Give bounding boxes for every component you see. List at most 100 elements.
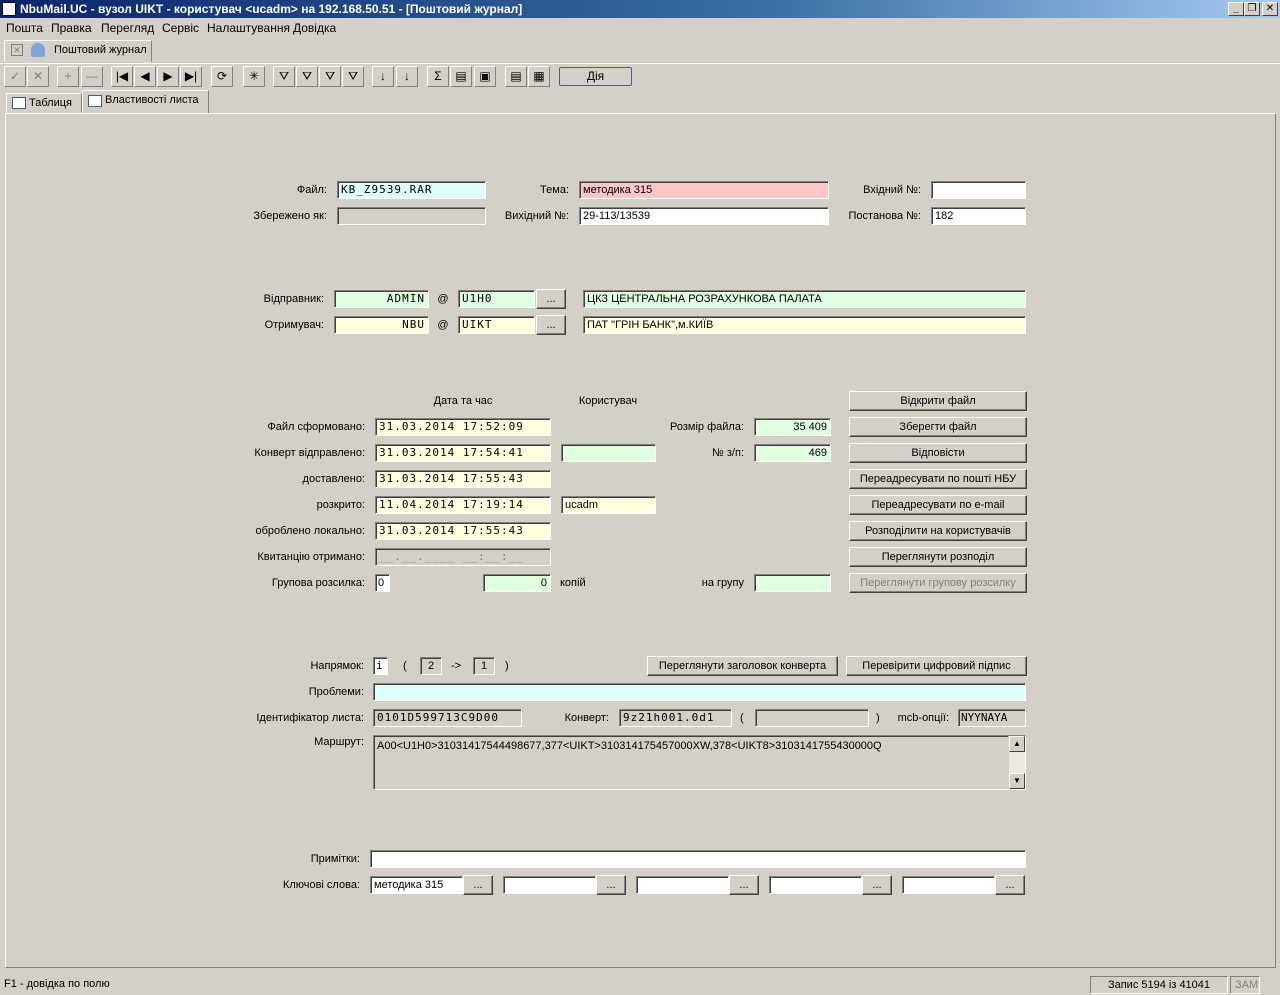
to-group-field[interactable] <box>754 574 831 592</box>
scroll-down-icon[interactable]: ▼ <box>1009 773 1025 789</box>
sender-user-field[interactable]: ADMIN <box>334 290 429 308</box>
keyword-browse-button-2[interactable]: ... <box>596 875 626 895</box>
saved-as-field[interactable] <box>337 207 486 225</box>
confirm-button[interactable]: ✓ <box>4 66 26 87</box>
next-record-button[interactable]: ▶ <box>157 66 179 87</box>
processed-field[interactable]: 31.03.2014 17:55:43 <box>375 522 551 540</box>
decree-number-label: Постанова №: <box>848 210 922 222</box>
minimize-button[interactable]: _ <box>1228 2 1244 16</box>
refresh-button[interactable]: ⟳ <box>211 66 233 87</box>
menu-settings[interactable]: Налаштування <box>207 21 290 35</box>
asterisk-button[interactable]: ✳ <box>243 66 265 87</box>
prev-record-button[interactable]: ◀ <box>134 66 156 87</box>
properties-button[interactable]: ▤ <box>450 66 472 87</box>
topic-field[interactable]: методика 315 <box>579 181 829 199</box>
view-group-mailing-button[interactable]: Переглянути групову розсилку <box>849 573 1027 593</box>
close-tab-icon[interactable]: ✕ <box>11 44 23 56</box>
receiver-user-field[interactable]: NBU <box>334 316 429 334</box>
sender-browse-button[interactable]: ... <box>536 289 566 309</box>
direction-field[interactable]: i <box>373 657 388 675</box>
save-file-button[interactable]: Зберегти файл <box>849 417 1027 437</box>
distribute-users-button[interactable]: Розподілити на користувачів <box>849 521 1027 541</box>
route-field[interactable]: A00<U1H0>31031417544498677,377<UIKT>3103… <box>373 735 1026 790</box>
reply-button[interactable]: Відповісти <box>849 443 1027 463</box>
group-mailing-field[interactable]: 0 <box>375 574 390 592</box>
file-field[interactable]: KB_Z9539.RAR <box>337 181 486 199</box>
envelope-open-paren: ( <box>740 712 744 724</box>
last-record-button[interactable]: ▶| <box>180 66 202 87</box>
sum-button[interactable]: Σ <box>427 66 449 87</box>
save-button[interactable]: ▣ <box>474 66 496 87</box>
filter-button[interactable]: ⛛ <box>273 66 295 87</box>
filter-apply-button[interactable]: ⛛ <box>342 66 364 87</box>
keyword-field-4[interactable] <box>769 876 862 894</box>
problems-field[interactable] <box>373 683 1026 701</box>
keyword-field-2[interactable] <box>503 876 596 894</box>
mcb-options-field[interactable]: NYYNAYA <box>958 709 1026 727</box>
direction-from-field[interactable]: 2 <box>420 657 442 675</box>
view-distribution-button[interactable]: Переглянути розподіл <box>849 547 1027 567</box>
receipt-field[interactable]: __.__.____ __:__:__ <box>375 548 551 566</box>
sort-asc-button[interactable]: ↓ <box>372 66 394 87</box>
sender-at-sign: @ <box>437 293 449 305</box>
keyword-browse-button-3[interactable]: ... <box>729 875 759 895</box>
verify-signature-button[interactable]: Перевірити цифровий підпис <box>846 656 1027 676</box>
incoming-number-field[interactable] <box>931 181 1026 199</box>
sort-desc-button[interactable]: ↓ <box>396 66 418 87</box>
receiver-name-field[interactable]: ПАТ "ГРІН БАНК",м.КИЇВ <box>583 316 1026 334</box>
keyword-browse-button-4[interactable]: ... <box>862 875 892 895</box>
scroll-up-icon[interactable]: ▲ <box>1009 736 1025 752</box>
envelope-extra-field[interactable] <box>755 709 869 727</box>
export-button[interactable]: ▤ <box>505 66 527 87</box>
file-size-field[interactable]: 35 409 <box>754 418 831 436</box>
keyword-field-1[interactable]: методика 315 <box>370 876 463 894</box>
letter-id-field[interactable]: 0101D599713C9D00 <box>373 709 522 727</box>
keyword-browse-button-5[interactable]: ... <box>995 875 1025 895</box>
grid-button[interactable]: ▦ <box>528 66 550 87</box>
first-record-button[interactable]: |◀ <box>111 66 133 87</box>
keyword-field-3[interactable] <box>636 876 729 894</box>
app-icon <box>2 2 16 16</box>
add-record-button[interactable]: + <box>57 66 79 87</box>
filter-clear-button[interactable]: ⛛ <box>296 66 318 87</box>
menu-edit[interactable]: Правка <box>51 21 92 35</box>
notes-field[interactable] <box>370 850 1026 868</box>
action-button[interactable]: Дія <box>559 67 632 86</box>
opened-field[interactable]: 11.04.2014 17:19:14 <box>375 496 551 514</box>
tab-table[interactable]: Таблиця <box>6 93 82 113</box>
forward-email-button[interactable]: Переадресувати по e-mail <box>849 495 1027 515</box>
sender-node-field[interactable]: U1H0 <box>458 290 535 308</box>
keyword-field-5[interactable] <box>902 876 995 894</box>
view-envelope-header-button[interactable]: Переглянути заголовок конверта <box>647 656 838 676</box>
receiver-browse-button[interactable]: ... <box>536 315 566 335</box>
restore-button[interactable]: ❐ <box>1244 2 1260 16</box>
menu-service[interactable]: Сервіс <box>162 21 199 35</box>
sender-name-field[interactable]: ЦКЗ ЦЕНТРАЛЬНА РОЗРАХУНКОВА ПАЛАТА <box>583 290 1026 308</box>
tab-letter-properties[interactable]: Властивості листа <box>82 90 209 114</box>
menu-view[interactable]: Перегляд <box>101 21 154 35</box>
close-window-button[interactable]: ✕ <box>1262 2 1278 16</box>
cancel-button[interactable]: ✕ <box>27 66 49 87</box>
envelope-field[interactable]: 9z21h001.0d1 <box>619 709 732 727</box>
route-scrollbar[interactable]: ▲ ▼ <box>1008 736 1025 789</box>
sent-user-field[interactable] <box>561 444 656 462</box>
formed-field[interactable]: 31.03.2014 17:52:09 <box>375 418 551 436</box>
status-record-count: Запис 5194 із 41041 <box>1090 976 1228 994</box>
outgoing-number-field[interactable]: 29-113/13539 <box>579 207 829 225</box>
keyword-browse-button-1[interactable]: ... <box>463 875 493 895</box>
decree-number-field[interactable]: 182 <box>931 207 1026 225</box>
delivered-field[interactable]: 31.03.2014 17:55:43 <box>375 470 551 488</box>
opened-user-field[interactable]: ucadm <box>561 496 656 514</box>
doc-tab-mail-journal[interactable]: ✕ Поштовий журнал <box>4 40 152 62</box>
filter-edit-button[interactable]: ⛛ <box>319 66 341 87</box>
receiver-node-field[interactable]: UIKT <box>458 316 535 334</box>
open-file-button[interactable]: Відкрити файл <box>849 391 1027 411</box>
copies-field[interactable]: 0 <box>483 574 551 592</box>
menu-help[interactable]: Довідка <box>293 21 336 35</box>
seq-number-field[interactable]: 469 <box>754 444 831 462</box>
delete-record-button[interactable]: — <box>81 66 103 87</box>
forward-nbu-button[interactable]: Переадресувати по пошті НБУ <box>849 469 1027 489</box>
direction-to-field[interactable]: 1 <box>473 657 495 675</box>
sent-field[interactable]: 31.03.2014 17:54:41 <box>375 444 551 462</box>
menu-mail[interactable]: Пошта <box>6 21 43 35</box>
